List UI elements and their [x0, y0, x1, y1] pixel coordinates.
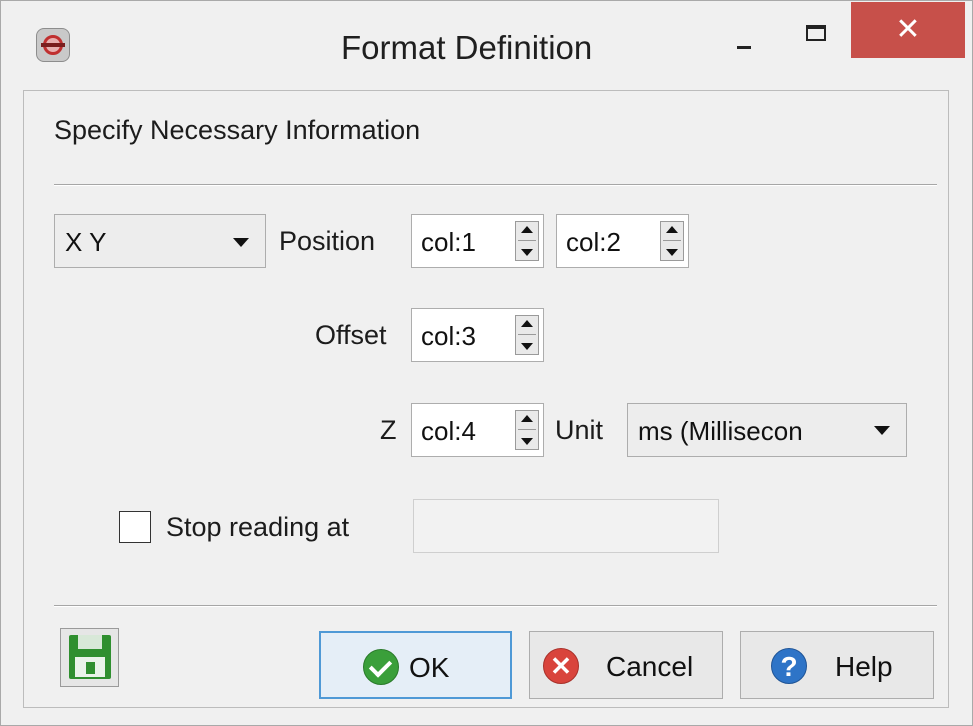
spinner-divider: [518, 240, 536, 241]
section-heading: Specify Necessary Information: [54, 115, 421, 145]
unit-value: ms (Millisecon: [638, 416, 803, 446]
cancel-label: Cancel: [606, 651, 694, 682]
position-x-value: col:1: [421, 227, 476, 257]
z-label: Z: [380, 415, 397, 445]
spinner-divider: [518, 429, 536, 430]
stop-reading-field[interactable]: [413, 499, 719, 553]
position-x-spinner[interactable]: col:1: [411, 214, 544, 268]
coordinate-type-value: X Y: [65, 227, 107, 257]
ok-label: OK: [409, 652, 450, 683]
save-button[interactable]: [60, 628, 119, 687]
help-label: Help: [835, 651, 893, 682]
spinner-buttons[interactable]: [515, 315, 539, 355]
chevron-down-icon: [874, 426, 890, 435]
spinner-divider: [518, 334, 536, 335]
spinner-down-icon[interactable]: [666, 249, 678, 256]
help-icon: ?: [771, 648, 807, 684]
floppy-notch: [86, 662, 95, 674]
z-spinner[interactable]: col:4: [411, 403, 544, 457]
spinner-down-icon[interactable]: [521, 438, 533, 445]
position-y-value: col:2: [566, 227, 621, 257]
maximize-icon[interactable]: [796, 23, 844, 53]
spinner-buttons[interactable]: [515, 221, 539, 261]
unit-label: Unit: [555, 415, 604, 445]
spinner-buttons[interactable]: [515, 410, 539, 450]
stop-reading-checkbox[interactable]: [119, 511, 151, 543]
floppy-disk-icon: [69, 635, 111, 679]
stop-reading-label: Stop reading at: [166, 512, 350, 542]
spinner-up-icon[interactable]: [521, 415, 533, 422]
offset-value: col:3: [421, 321, 476, 351]
minimize-icon[interactable]: [726, 27, 774, 57]
position-label: Position: [279, 226, 376, 256]
offset-spinner[interactable]: col:3: [411, 308, 544, 362]
offset-label: Offset: [315, 320, 387, 350]
unit-dropdown[interactable]: ms (Millisecon: [627, 403, 907, 457]
position-y-spinner[interactable]: col:2: [556, 214, 689, 268]
spinner-buttons[interactable]: [660, 221, 684, 261]
spinner-up-icon[interactable]: [521, 320, 533, 327]
window-title: Format Definition: [341, 29, 593, 66]
checkmark-icon: [363, 649, 399, 685]
content-panel: [23, 90, 949, 708]
title-bar[interactable]: Format Definition ✕: [1, 1, 972, 89]
chevron-down-icon: [233, 238, 249, 247]
cancel-icon: ✕: [543, 648, 579, 684]
close-icon[interactable]: ✕: [851, 2, 965, 58]
spinner-up-icon[interactable]: [666, 226, 678, 233]
z-value: col:4: [421, 416, 476, 446]
app-logo-bar: [41, 43, 65, 47]
coordinate-type-dropdown[interactable]: X Y: [54, 214, 266, 268]
top-separator: [54, 184, 937, 186]
spinner-down-icon[interactable]: [521, 249, 533, 256]
cancel-button[interactable]: ✕ Cancel: [529, 631, 723, 699]
spinner-down-icon[interactable]: [521, 343, 533, 350]
spinner-divider: [663, 240, 681, 241]
help-button[interactable]: ? Help: [740, 631, 934, 699]
spinner-up-icon[interactable]: [521, 226, 533, 233]
bottom-separator: [54, 605, 937, 607]
floppy-shutter: [78, 635, 102, 649]
ok-button[interactable]: OK: [319, 631, 512, 699]
app-logo-icon: [36, 28, 70, 62]
